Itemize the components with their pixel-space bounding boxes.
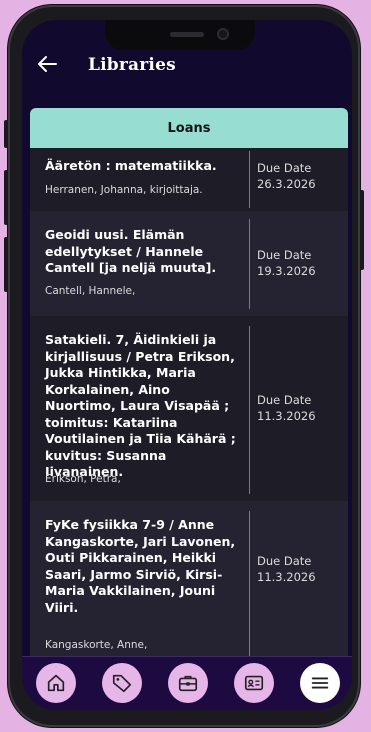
- due-date-value: 19.3.2026: [257, 264, 316, 278]
- row-divider: [249, 326, 250, 494]
- due-date-label: Due Date: [257, 248, 312, 262]
- due-date-cell: Due Date 26.3.2026: [257, 160, 316, 192]
- loan-title: Geoidi uusi. Elämän edellytykset / Hanne…: [45, 227, 217, 275]
- briefcase-icon: [178, 675, 198, 692]
- loan-title: Satakieli. 7, Äidinkieli ja kirjallisuus…: [45, 332, 236, 479]
- tab-card[interactable]: [234, 663, 274, 703]
- phone-mute-switch: [4, 120, 8, 148]
- page-title: Libraries: [88, 55, 176, 75]
- phone-volume-up: [4, 170, 8, 225]
- loan-author: Herranen, Johanna, kirjoittaja.: [45, 184, 203, 196]
- due-date-cell: Due Date 11.3.2026: [257, 392, 316, 424]
- due-date-value: 11.3.2026: [257, 570, 316, 584]
- loan-row[interactable]: Ääretön : matematiikka. Herranen, Johann…: [30, 148, 348, 211]
- tag-icon: [112, 674, 132, 693]
- loan-row[interactable]: Satakieli. 7, Äidinkieli ja kirjallisuus…: [30, 316, 348, 501]
- bottom-tab-bar: [22, 656, 352, 710]
- loan-title: FyKe fysiikka 7-9 / Anne Kangaskorte, Ja…: [45, 517, 236, 615]
- due-date-cell: Due Date 19.3.2026: [257, 247, 316, 279]
- row-divider: [249, 511, 250, 658]
- menu-icon: [311, 677, 329, 689]
- loans-heading: Loans: [167, 120, 211, 136]
- due-date-value: 26.3.2026: [257, 177, 316, 191]
- loan-author: Cantell, Hannele,: [45, 285, 136, 297]
- tab-menu[interactable]: [300, 663, 340, 703]
- tab-services[interactable]: [168, 663, 208, 703]
- due-date-label: Due Date: [257, 554, 312, 568]
- phone-camera: [217, 28, 229, 40]
- loan-row[interactable]: FyKe fysiikka 7-9 / Anne Kangaskorte, Ja…: [30, 501, 348, 658]
- back-button[interactable]: [36, 54, 60, 74]
- due-date-cell: Due Date 11.3.2026: [257, 553, 316, 585]
- loan-title: Ääretön : matematiikka.: [45, 158, 217, 173]
- row-divider: [249, 151, 250, 208]
- phone-power-button: [360, 190, 364, 270]
- phone-volume-down: [4, 237, 8, 292]
- due-date-label: Due Date: [257, 161, 312, 175]
- phone-speaker: [170, 32, 204, 37]
- tab-home[interactable]: [36, 663, 76, 703]
- due-date-label: Due Date: [257, 393, 312, 407]
- loan-author: Kangaskorte, Anne,: [45, 639, 148, 651]
- loans-list: Ääretön : matematiikka. Herranen, Johann…: [30, 148, 348, 658]
- due-date-value: 11.3.2026: [257, 409, 316, 423]
- loan-author: Erikson, Petra,: [45, 473, 121, 485]
- loans-table-header: Loans: [30, 108, 348, 148]
- tab-offers[interactable]: [102, 663, 142, 703]
- loan-row[interactable]: Geoidi uusi. Elämän edellytykset / Hanne…: [30, 211, 348, 316]
- home-icon: [47, 674, 65, 692]
- id-card-icon: [244, 675, 264, 691]
- row-divider: [249, 219, 250, 309]
- arrow-left-icon: [38, 56, 57, 72]
- app-screen: Libraries Loans Ääretön : matematiikka. …: [22, 20, 352, 710]
